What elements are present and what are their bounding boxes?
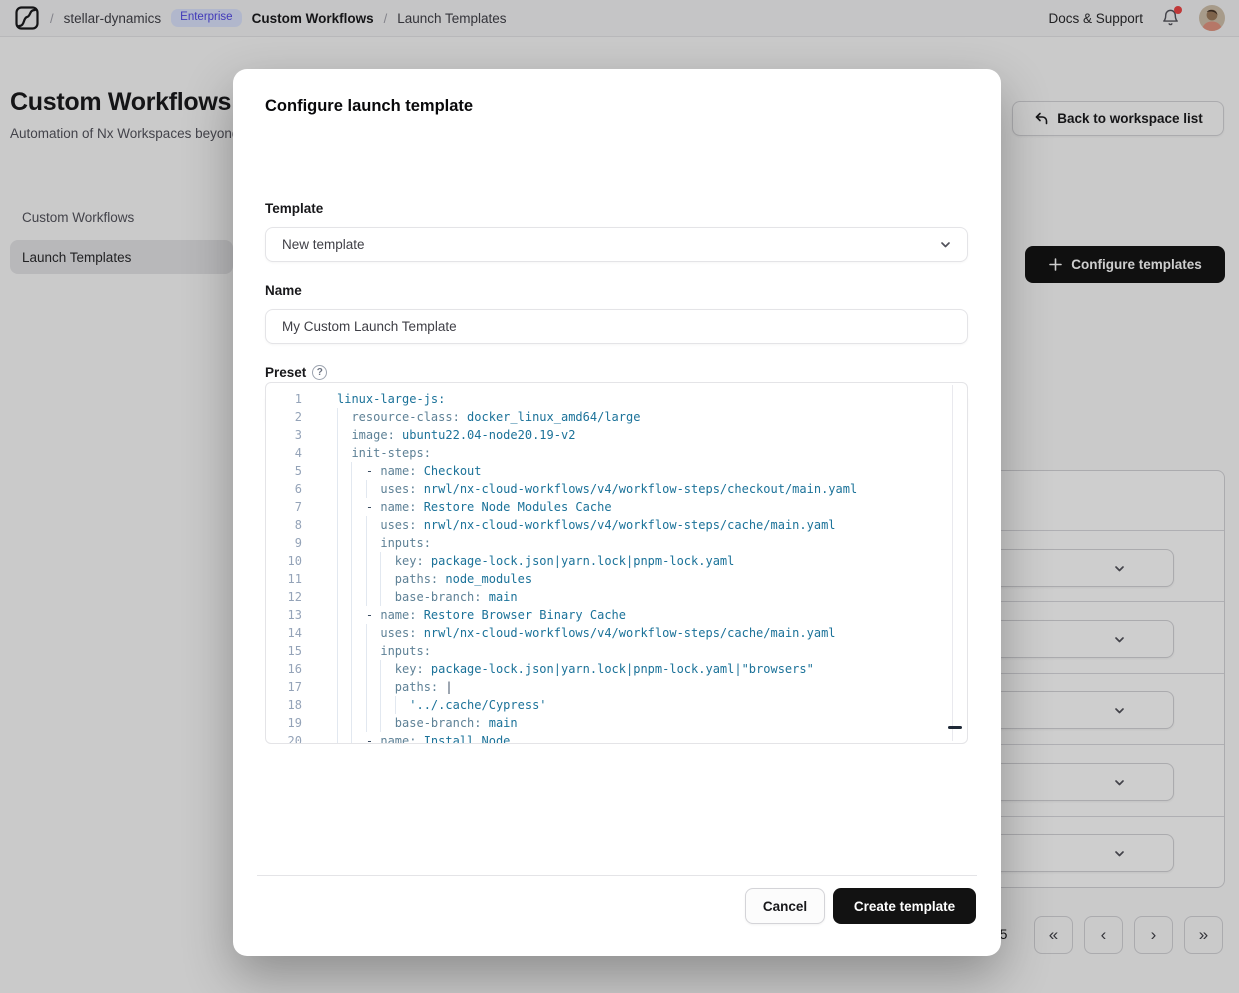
configure-launch-template-modal: Configure launch template Template New t…	[233, 69, 1001, 956]
code-line: 20 - name: Install Node	[266, 732, 967, 744]
chevron-down-icon	[938, 237, 953, 252]
code-line: 1linux-large-js:	[266, 390, 967, 408]
cancel-button[interactable]: Cancel	[745, 888, 825, 924]
code-line: 14 uses: nrwl/nx-cloud-workflows/v4/work…	[266, 624, 967, 642]
preset-label-text: Preset	[265, 365, 306, 380]
preset-label: Preset ?	[265, 365, 327, 380]
code-line: 15 inputs:	[266, 642, 967, 660]
template-label: Template	[265, 201, 323, 216]
code-line: 2 resource-class: docker_linux_amd64/lar…	[266, 408, 967, 426]
modal-footer-divider	[257, 875, 977, 876]
code-line: 12 base-branch: main	[266, 588, 967, 606]
code-line: 3 image: ubuntu22.04-node20.19-v2	[266, 426, 967, 444]
code-line: 11 paths: node_modules	[266, 570, 967, 588]
code-line: 4 init-steps:	[266, 444, 967, 462]
name-label: Name	[265, 283, 302, 298]
create-template-button[interactable]: Create template	[833, 888, 976, 924]
code-line: 17 paths: |	[266, 678, 967, 696]
code-line: 6 uses: nrwl/nx-cloud-workflows/v4/workf…	[266, 480, 967, 498]
code-line: 9 inputs:	[266, 534, 967, 552]
code-line: 13 - name: Restore Browser Binary Cache	[266, 606, 967, 624]
editor-scrollbar-thumb[interactable]	[948, 726, 962, 729]
code-lines: 1linux-large-js:2 resource-class: docker…	[266, 390, 967, 744]
template-select-value: New template	[282, 237, 365, 252]
help-icon[interactable]: ?	[312, 365, 327, 380]
modal-title: Configure launch template	[265, 97, 473, 116]
app: / stellar-dynamics Enterprise Custom Wor…	[0, 0, 1239, 993]
name-input[interactable]	[265, 309, 968, 344]
code-line: 10 key: package-lock.json|yarn.lock|pnpm…	[266, 552, 967, 570]
code-line: 18 '../.cache/Cypress'	[266, 696, 967, 714]
code-line: 5 - name: Checkout	[266, 462, 967, 480]
template-select[interactable]: New template	[265, 227, 968, 262]
code-line: 7 - name: Restore Node Modules Cache	[266, 498, 967, 516]
code-line: 19 base-branch: main	[266, 714, 967, 732]
editor-scrollbar-track	[952, 385, 953, 741]
code-line: 8 uses: nrwl/nx-cloud-workflows/v4/workf…	[266, 516, 967, 534]
yaml-code-editor[interactable]: 1linux-large-js:2 resource-class: docker…	[265, 382, 968, 744]
code-line: 16 key: package-lock.json|yarn.lock|pnpm…	[266, 660, 967, 678]
